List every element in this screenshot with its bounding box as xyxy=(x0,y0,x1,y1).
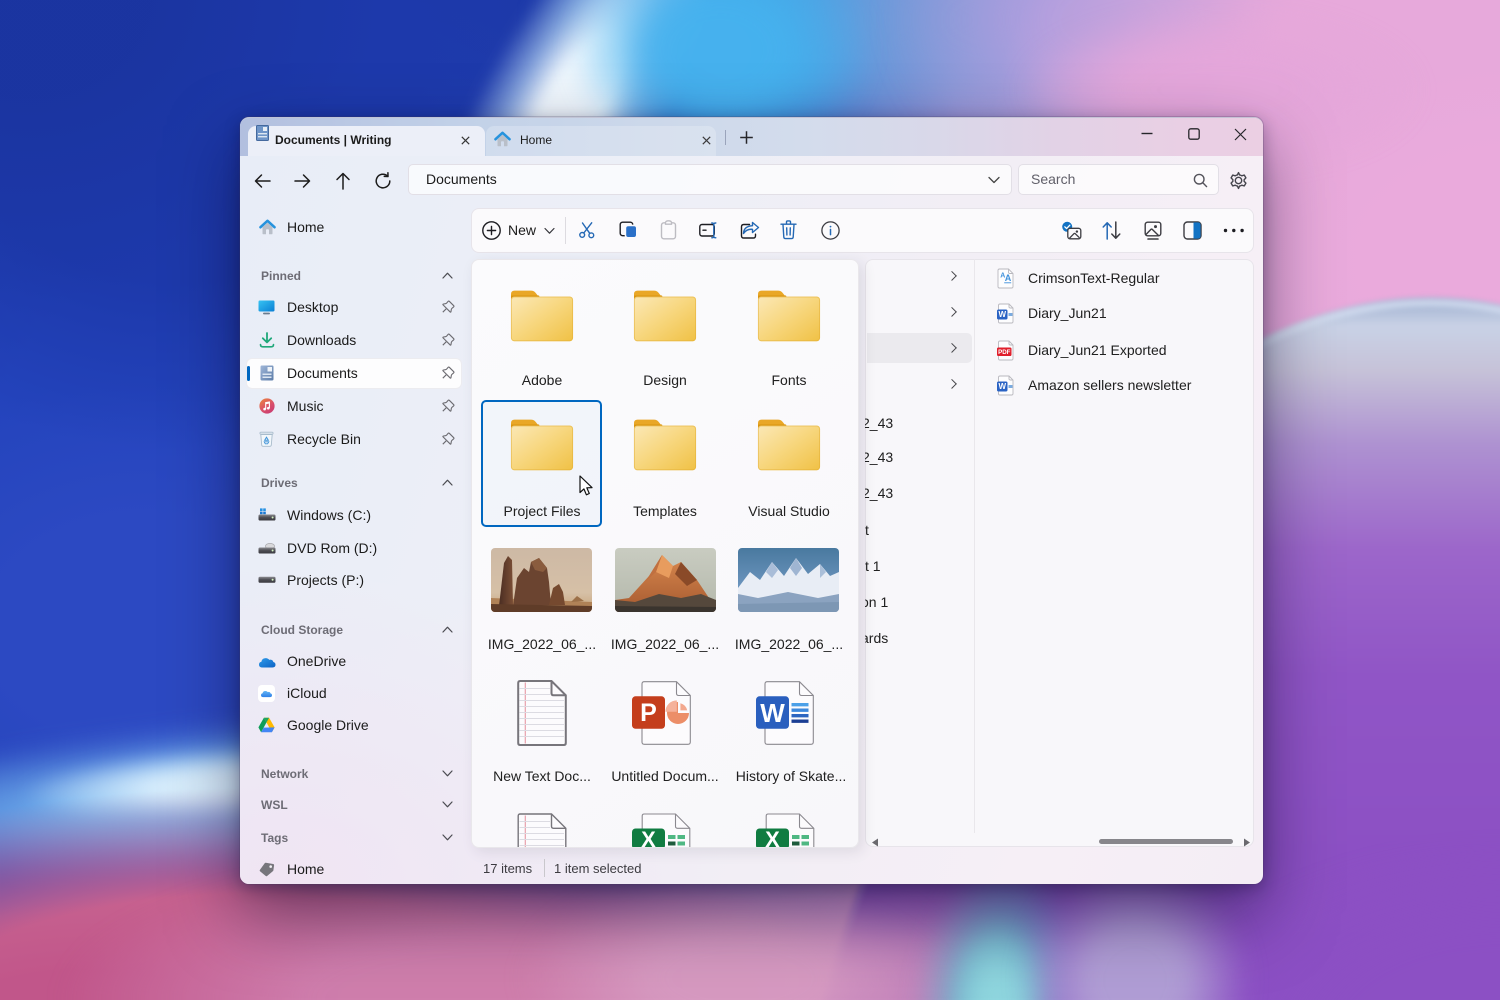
svg-text:X: X xyxy=(765,827,780,848)
svg-text:A: A xyxy=(1005,273,1012,283)
svg-text:P: P xyxy=(640,699,657,727)
svg-text:PDF: PDF xyxy=(998,349,1011,356)
svg-text:W: W xyxy=(760,698,785,728)
svg-text:X: X xyxy=(641,827,656,848)
svg-text:W: W xyxy=(998,310,1006,319)
svg-text:W: W xyxy=(998,382,1006,391)
